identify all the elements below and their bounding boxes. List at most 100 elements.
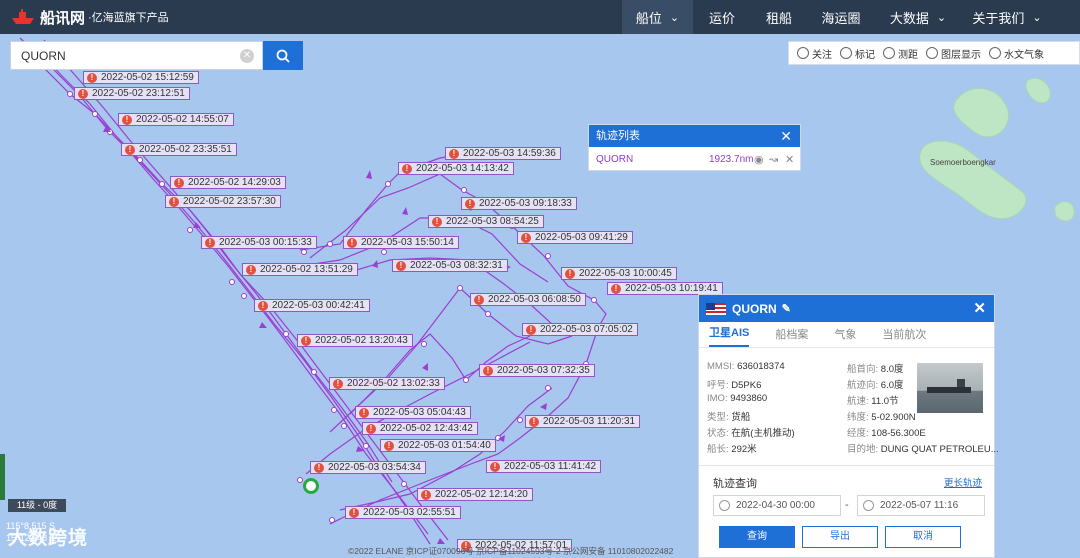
track-time-label[interactable]: ! 2022-05-03 14:13:42	[398, 162, 514, 175]
tab-weather[interactable]: 气象	[834, 326, 856, 347]
track-list-header: 轨迹列表 ✕	[589, 125, 800, 147]
star-icon	[797, 47, 809, 59]
track-time-label[interactable]: ! 2022-05-03 09:18:33	[461, 197, 577, 210]
chart-icon[interactable]: ↝	[769, 153, 778, 166]
nav-shipping-circle[interactable]: 海运圈	[807, 0, 875, 34]
track-time-text: 2022-05-03 08:54:25	[446, 216, 539, 227]
track-time-label[interactable]: ! 2022-05-03 11:20:31	[525, 415, 641, 428]
track-time-label[interactable]: ! 2022-05-02 12:14:20	[417, 488, 533, 501]
tool-label: 关注	[812, 49, 832, 61]
track-time-text: 2022-05-02 23:57:30	[183, 196, 276, 207]
track-time-text: 2022-05-03 01:54:40	[398, 440, 491, 451]
track-time-label[interactable]: ! 2022-05-03 00:15:33	[201, 236, 317, 249]
track-time-label[interactable]: ! 2022-05-03 01:54:40	[380, 439, 496, 452]
track-time-label[interactable]: ! 2022-05-03 00:42:41	[254, 299, 370, 312]
alert-icon: !	[333, 379, 343, 389]
info-type: 类型: 货船	[707, 412, 751, 423]
track-time-label[interactable]: ! 2022-05-03 06:08:50	[470, 293, 586, 306]
track-time-label[interactable]: ! 2022-05-03 08:32:31	[392, 259, 508, 272]
track-time-text: 2022-05-02 13:02:33	[347, 378, 440, 389]
track-time-label[interactable]: ! 2022-05-02 12:43:42	[362, 422, 478, 435]
alert-icon: !	[122, 115, 132, 125]
track-time-label[interactable]: ! 2022-05-02 13:02:33	[329, 377, 445, 390]
nav-big-data[interactable]: 大数据 ⌄	[875, 0, 961, 34]
alert-icon: !	[402, 164, 412, 174]
alert-icon: !	[490, 462, 500, 472]
clear-icon[interactable]: ✕	[240, 49, 254, 63]
edit-icon[interactable]: ✎	[782, 302, 791, 315]
longer-track-link[interactable]: 更长轨迹	[944, 475, 982, 489]
start-date-value: 2022-04-30 00:00	[736, 500, 815, 511]
tool-weather[interactable]: 水文气象	[989, 46, 1044, 61]
eye-icon[interactable]: ◉	[754, 153, 764, 166]
logo[interactable]: 船讯网 ·亿海蓝旗下产品	[10, 6, 169, 28]
track-time-text: 2022-05-02 15:12:59	[101, 72, 194, 83]
track-time-text: 2022-05-03 02:55:51	[363, 507, 456, 518]
track-time-label[interactable]: ! 2022-05-03 02:55:51	[345, 506, 461, 519]
nav-ship-position[interactable]: 船位 ⌄	[622, 0, 693, 34]
start-date-input[interactable]: 2022-04-30 00:00	[713, 495, 841, 516]
track-time-label[interactable]: ! 2022-05-02 15:12:59	[83, 71, 199, 84]
track-time-label[interactable]: ! 2022-05-03 07:32:35	[479, 364, 595, 377]
close-icon[interactable]: ✕	[785, 153, 794, 166]
info-course: 航迹向: 6.0度	[847, 380, 904, 391]
tool-layers[interactable]: 图层显示	[926, 46, 981, 61]
map-left-edge-tab[interactable]	[0, 454, 5, 500]
search-input[interactable]	[21, 42, 241, 69]
nav-freight[interactable]: 运价	[693, 0, 751, 34]
ship-position-marker-icon[interactable]	[303, 478, 319, 494]
track-time-label[interactable]: ! 2022-05-03 14:59:36	[445, 147, 561, 160]
track-time-label[interactable]: ! 2022-05-02 14:29:03	[170, 176, 286, 189]
tool-measure[interactable]: 测距	[883, 46, 918, 61]
close-icon[interactable]: ✕	[780, 125, 792, 147]
track-distance: 1923.7nm	[709, 153, 754, 165]
track-time-label[interactable]: ! 2022-05-03 03:54:34	[310, 461, 426, 474]
tab-satellite-ais[interactable]: 卫星AIS	[709, 324, 750, 347]
end-date-input[interactable]: 2022-05-07 11:16	[857, 495, 985, 516]
track-time-label[interactable]: ! 2022-05-02 13:20:43	[297, 334, 413, 347]
track-time-label[interactable]: ! 2022-05-03 15:50:14	[343, 236, 459, 249]
close-icon[interactable]: ✕	[973, 299, 986, 317]
zoom-level: 11级 - 0度	[8, 499, 66, 512]
track-time-text: 2022-05-03 06:08:50	[488, 294, 581, 305]
alert-icon: !	[87, 73, 97, 83]
tool-label: 测距	[898, 49, 918, 61]
copyright-text: ©2022 ELANE 京ICP证070096号 京ICP备11024593号-…	[348, 546, 674, 556]
track-time-label[interactable]: ! 2022-05-03 10:00:45	[561, 267, 677, 280]
query-button[interactable]: 查询	[719, 526, 795, 548]
track-time-text: 2022-05-03 10:00:45	[579, 268, 672, 279]
tool-label: 水文气象	[1004, 49, 1044, 61]
alert-icon: !	[449, 149, 459, 159]
track-list-row[interactable]: QUORN 1923.7nm ◉ ↝ ✕	[589, 147, 800, 171]
nav-label: 租船	[765, 10, 792, 26]
alert-icon: !	[465, 199, 475, 209]
track-time-text: 2022-05-03 00:15:33	[219, 237, 312, 248]
alert-icon: !	[611, 284, 621, 294]
tool-mark[interactable]: 标记	[840, 46, 875, 61]
search-button[interactable]	[263, 41, 303, 70]
tool-follow[interactable]: 关注	[797, 46, 832, 61]
tab-current-voyage[interactable]: 当前航次	[882, 326, 926, 347]
cancel-button[interactable]: 取消	[885, 526, 961, 548]
track-time-label[interactable]: ! 2022-05-03 07:05:02	[522, 323, 638, 336]
track-time-label[interactable]: ! 2022-05-03 08:54:25	[428, 215, 544, 228]
export-button[interactable]: 导出	[802, 526, 878, 548]
info-speed: 航速: 11.0节	[847, 396, 899, 407]
nav-charter[interactable]: 租船	[751, 0, 807, 34]
track-time-label[interactable]: ! 2022-05-02 23:57:30	[165, 195, 281, 208]
ship-photo[interactable]	[917, 363, 983, 413]
track-time-text: 2022-05-03 07:05:02	[540, 324, 633, 335]
track-time-label[interactable]: ! 2022-05-02 14:55:07	[118, 113, 234, 126]
track-time-label[interactable]: ! 2022-05-03 05:04:43	[355, 406, 471, 419]
nav-about-us[interactable]: 关于我们 ⌄	[961, 0, 1053, 34]
track-time-label[interactable]: ! 2022-05-02 13:51:29	[242, 263, 358, 276]
alert-icon: !	[432, 217, 442, 227]
track-time-label[interactable]: ! 2022-05-03 09:41:29	[517, 231, 633, 244]
clock-icon	[863, 500, 874, 511]
alert-icon: !	[526, 325, 536, 335]
track-time-label[interactable]: ! 2022-05-02 23:12:51	[74, 87, 190, 100]
track-time-label[interactable]: ! 2022-05-03 11:41:42	[486, 460, 602, 473]
alert-icon: !	[301, 336, 311, 346]
tab-ship-archive[interactable]: 船档案	[775, 326, 808, 347]
track-time-label[interactable]: ! 2022-05-02 23:35:51	[121, 143, 237, 156]
